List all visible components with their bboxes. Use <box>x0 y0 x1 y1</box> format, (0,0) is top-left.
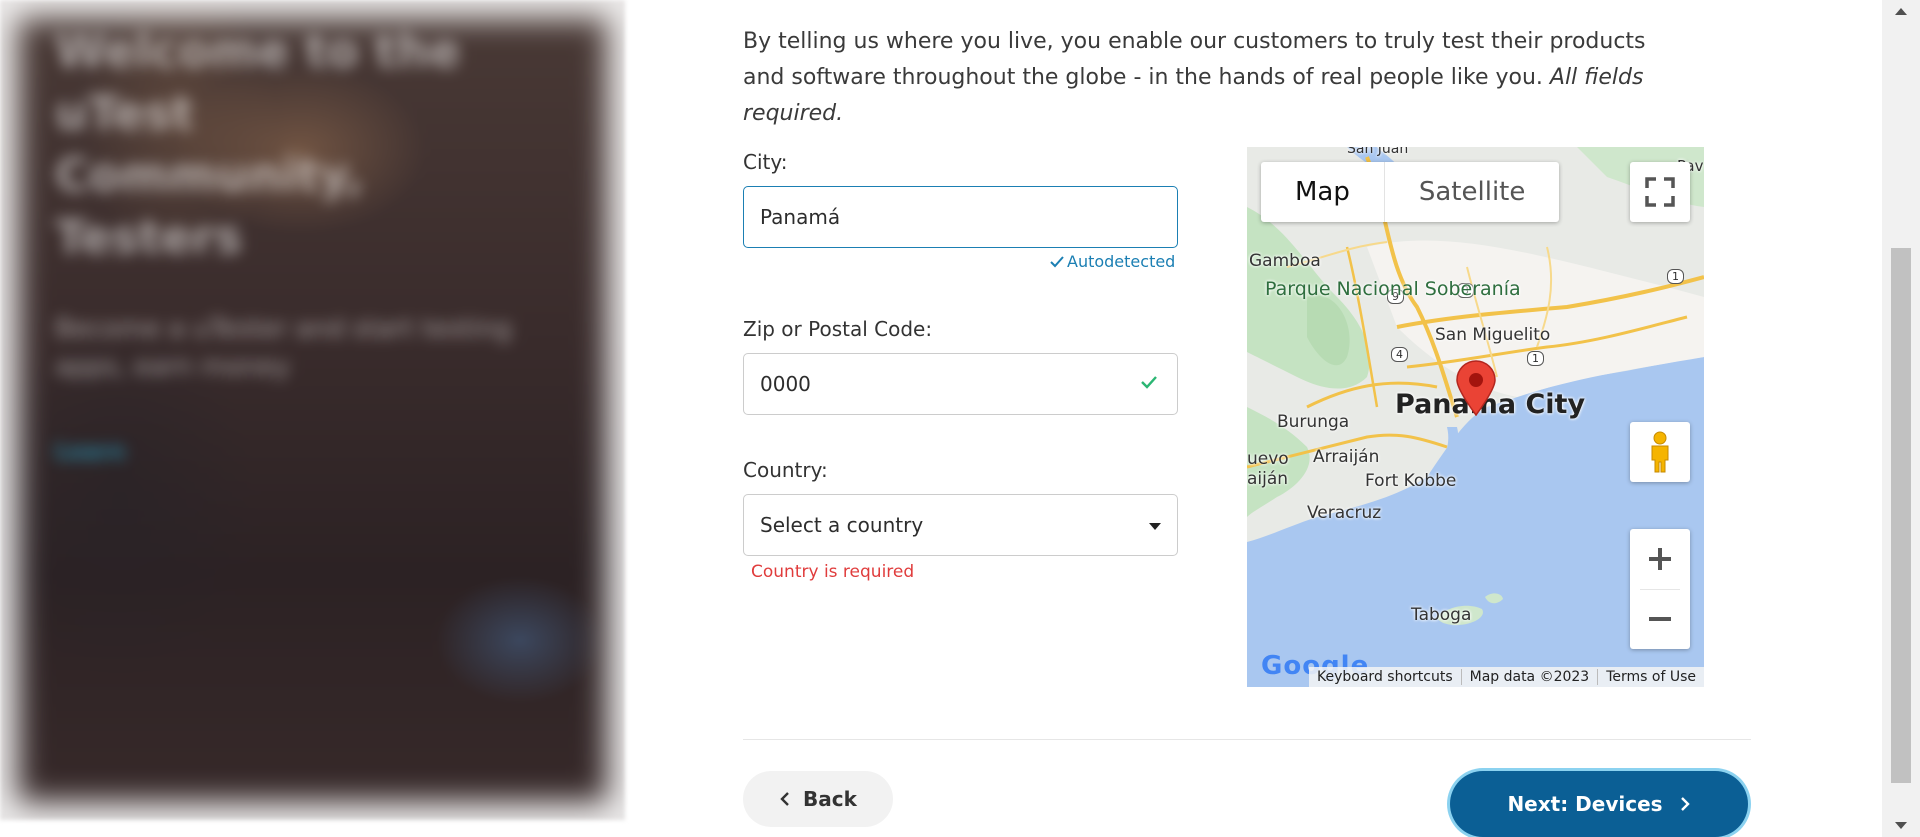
back-button-label: Back <box>803 787 857 811</box>
zoom-control <box>1630 529 1690 649</box>
map-label-arraijan-2: aiján <box>1247 469 1289 489</box>
street-view-button[interactable] <box>1630 422 1690 482</box>
hero-panel: Welcome to the uTest Community, Testers … <box>0 0 625 820</box>
map-label-park: Parque Nacional Soberanía <box>1265 278 1521 300</box>
route-badge: 1 <box>1667 269 1684 284</box>
valid-checkmark-icon <box>1141 376 1157 389</box>
hero-link: Learn <box>55 440 126 465</box>
hero-subtitle: Become a uTester and start testing apps,… <box>55 314 512 382</box>
map-label-san-miguelito: San Miguelito <box>1435 325 1551 345</box>
scroll-thumb[interactable] <box>1891 248 1911 783</box>
city-input[interactable]: Panamá <box>743 186 1178 248</box>
country-placeholder: Select a country <box>760 513 924 537</box>
zoom-in-button[interactable] <box>1630 529 1690 589</box>
pegman-icon <box>1651 431 1669 473</box>
location-pin-icon <box>1456 360 1496 416</box>
map-type-map-button[interactable]: Map <box>1261 162 1385 222</box>
scroll-up-arrow-icon[interactable] <box>1895 8 1907 15</box>
route-badge: 1 <box>1527 351 1544 366</box>
chevron-right-icon <box>1680 797 1690 811</box>
country-label: Country: <box>743 458 828 482</box>
scroll-down-arrow-icon[interactable] <box>1895 822 1907 829</box>
keyboard-shortcuts-link[interactable]: Keyboard shortcuts <box>1309 669 1461 685</box>
plus-icon <box>1649 548 1671 570</box>
city-value: Panamá <box>760 205 841 229</box>
map-footer: Keyboard shortcuts Map data ©2023 Terms … <box>1309 667 1704 687</box>
map-type-satellite-button[interactable]: Satellite <box>1385 162 1560 222</box>
scrollbar[interactable] <box>1882 0 1920 837</box>
map-label-nuevo: uevo <box>1247 449 1289 469</box>
fullscreen-button[interactable] <box>1630 162 1690 222</box>
autodetected-note: Autodetected <box>1050 252 1175 271</box>
country-error: Country is required <box>751 562 915 582</box>
chevron-down-icon <box>1149 523 1161 530</box>
country-select[interactable]: Select a country <box>743 494 1178 556</box>
map-label-fort-kobbe: Fort Kobbe <box>1365 471 1457 491</box>
route-badge: 4 <box>1391 347 1408 362</box>
intro-text: By telling us where you live, you enable… <box>743 24 1683 132</box>
map-label-arraijan: Arraiján <box>1313 447 1380 467</box>
zip-value: 0000 <box>760 372 811 396</box>
map-label-san-juan: San Juan <box>1347 147 1409 157</box>
divider <box>743 739 1751 740</box>
map-label-taboga: Taboga <box>1411 605 1472 625</box>
minus-icon <box>1649 617 1671 621</box>
chevron-left-icon <box>780 792 789 806</box>
intro-body: By telling us where you live, you enable… <box>743 29 1646 90</box>
map-data-text: Map data ©2023 <box>1460 669 1598 685</box>
next-button-label: Next: Devices <box>1507 792 1663 816</box>
zip-label: Zip or Postal Code: <box>743 317 933 341</box>
fullscreen-icon <box>1645 177 1675 207</box>
city-label: City: <box>743 150 788 174</box>
map-label-burunga: Burunga <box>1277 412 1350 432</box>
checkmark-icon <box>1050 256 1064 268</box>
back-button[interactable]: Back <box>743 771 893 827</box>
map[interactable]: 9 3 4 1 1 San Juan Pav Gamboa Parque Nac… <box>1247 147 1704 687</box>
hero-title: Welcome to the uTest Community, Testers <box>55 24 461 264</box>
terms-link[interactable]: Terms of Use <box>1597 669 1704 685</box>
map-label-veracruz: Veracruz <box>1307 503 1382 523</box>
autodetected-text: Autodetected <box>1067 252 1176 271</box>
zip-input[interactable]: 0000 <box>743 353 1178 415</box>
next-devices-button[interactable]: Next: Devices <box>1450 771 1748 837</box>
zoom-out-button[interactable] <box>1630 589 1690 649</box>
map-label-gamboa: Gamboa <box>1249 251 1321 271</box>
map-type-control: Map Satellite <box>1261 162 1560 222</box>
